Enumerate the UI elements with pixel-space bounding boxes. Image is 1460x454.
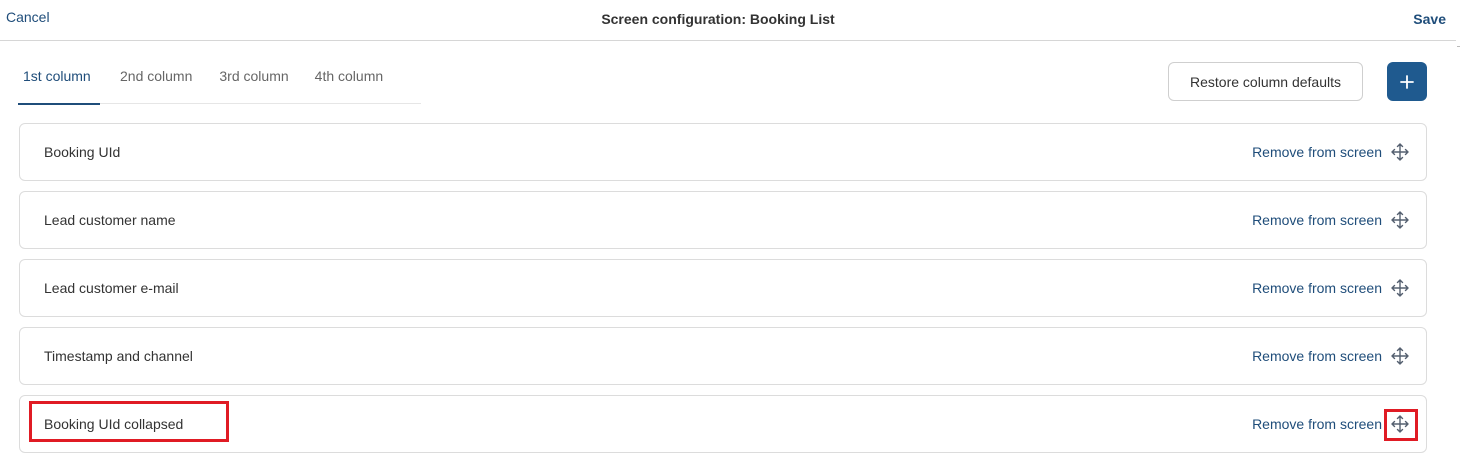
field-row-timestamp-and-channel: Timestamp and channel Remove from screen: [19, 327, 1427, 385]
save-button[interactable]: Save: [1413, 11, 1446, 27]
column-tabs: 1st column 2nd column 3rd column 4th col…: [18, 56, 421, 105]
remove-from-screen-link[interactable]: Remove from screen: [1252, 212, 1382, 228]
move-icon[interactable]: [1390, 142, 1410, 162]
tab-3rd-column[interactable]: 3rd column: [219, 56, 288, 104]
field-row-booking-uid: Booking UId Remove from screen: [19, 123, 1427, 181]
move-icon[interactable]: [1390, 414, 1410, 434]
tab-4th-column[interactable]: 4th column: [315, 56, 383, 104]
move-icon[interactable]: [1390, 278, 1410, 298]
field-row-booking-uid-collapsed: Booking UId collapsed Remove from screen: [19, 395, 1427, 453]
move-icon[interactable]: [1390, 210, 1410, 230]
top-bar: Cancel Screen configuration: Booking Lis…: [0, 0, 1456, 41]
row-label: Timestamp and channel: [44, 348, 193, 364]
row-label: Lead customer name: [44, 212, 176, 228]
row-label: Booking UId: [44, 144, 121, 160]
remove-from-screen-link[interactable]: Remove from screen: [1252, 144, 1382, 160]
row-label: Booking UId collapsed: [44, 416, 184, 432]
remove-from-screen-link[interactable]: Remove from screen: [1252, 348, 1382, 364]
move-icon[interactable]: [1390, 346, 1410, 366]
field-row-lead-customer-email: Lead customer e-mail Remove from screen: [19, 259, 1427, 317]
field-row-lead-customer-name: Lead customer name Remove from screen: [19, 191, 1427, 249]
remove-from-screen-link[interactable]: Remove from screen: [1252, 416, 1382, 432]
add-field-button[interactable]: [1387, 62, 1427, 101]
page-title: Screen configuration: Booking List: [601, 11, 835, 27]
plus-icon: [1400, 74, 1414, 89]
tab-2nd-column[interactable]: 2nd column: [120, 56, 192, 104]
tab-1st-column[interactable]: 1st column: [18, 56, 100, 105]
remove-from-screen-link[interactable]: Remove from screen: [1252, 280, 1382, 296]
row-label: Lead customer e-mail: [44, 280, 179, 296]
restore-column-defaults-button[interactable]: Restore column defaults: [1168, 62, 1363, 101]
